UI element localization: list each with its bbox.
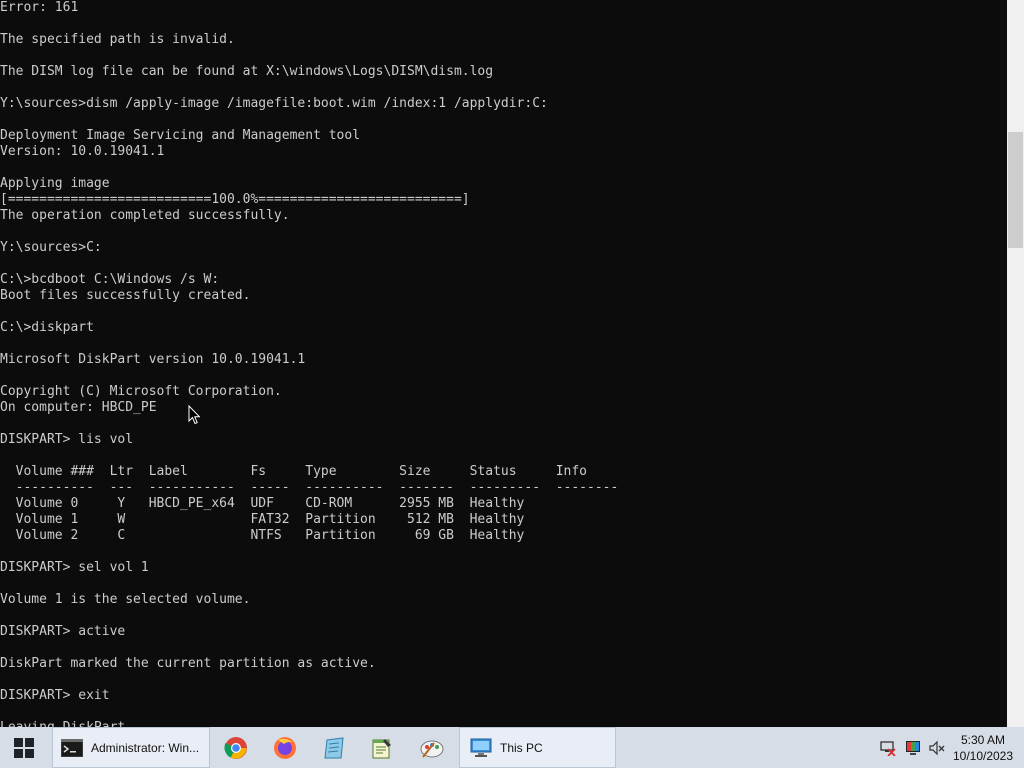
console-line: Y:\sources>C: <box>0 240 102 255</box>
text-editor-icon <box>372 738 391 758</box>
console-line: The DISM log file can be found at X:\win… <box>0 64 494 79</box>
console-line: Volume 1 W FAT32 Partition 512 MB Health… <box>0 512 525 527</box>
taskbar-item-chrome[interactable] <box>218 727 254 768</box>
taskbar-item-label: This PC <box>500 740 543 755</box>
taskbar-item-firefox[interactable] <box>267 727 303 768</box>
console-line: DISKPART> exit <box>0 688 110 703</box>
console-line: Applying image <box>0 176 110 191</box>
taskbar-item-notepad[interactable] <box>316 727 352 768</box>
console-line: ---------- --- ----------- ----- -------… <box>0 480 619 495</box>
console-output: Error: 161 The specified path is invalid.… <box>0 0 618 727</box>
taskbar-item-paint[interactable] <box>414 727 450 768</box>
start-button[interactable] <box>0 727 47 768</box>
console-line: DISKPART> lis vol <box>0 432 134 447</box>
console-line: Deployment Image Servicing and Managemen… <box>0 128 361 143</box>
volume-tray-button[interactable] <box>927 727 947 768</box>
clock-date: 10/10/2023 <box>952 748 1014 763</box>
command-prompt-icon <box>61 738 83 757</box>
this-pc-icon <box>470 738 492 757</box>
clock-time: 5:30 AM <box>960 732 1006 747</box>
console-line: C:\>bcdboot C:\Windows /s W: <box>0 272 220 287</box>
console-line: Volume 1 is the selected volume. <box>0 592 251 607</box>
console-line: Boot files successfully created. <box>0 288 251 303</box>
console-line: Volume 0 Y HBCD_PE_x64 UDF CD-ROM 2955 M… <box>0 496 525 511</box>
console-line: On computer: HBCD_PE <box>0 400 157 415</box>
console-line: Y:\sources>dism /apply-image /imagefile:… <box>0 96 548 111</box>
taskbar-item-text-editor[interactable] <box>364 727 400 768</box>
chrome-icon <box>224 736 247 759</box>
console-line: [==========================100.0%=======… <box>0 192 470 207</box>
scrollbar-thumb[interactable] <box>1008 132 1023 248</box>
console-line: Volume ### Ltr Label Fs Type Size Status… <box>0 464 587 479</box>
console-line: The operation completed successfully. <box>0 208 290 223</box>
console-window[interactable]: Error: 161 The specified path is invalid.… <box>0 0 1007 727</box>
taskbar-item-label: Administrator: Win... <box>91 740 200 755</box>
console-line: Copyright (C) Microsoft Corporation. <box>0 384 282 399</box>
paint-icon <box>420 740 444 758</box>
mouse-pointer-icon <box>188 405 200 425</box>
taskbar-item-this-pc[interactable]: This PC <box>459 727 616 768</box>
console-line: Volume 2 C NTFS Partition 69 GB Healthy <box>0 528 525 543</box>
volume-muted-icon <box>929 740 945 755</box>
console-line: Leaving DiskPart... <box>0 720 618 727</box>
firefox-icon <box>274 736 296 759</box>
taskbar: Administrator: Win... This PC <box>0 727 1024 768</box>
taskbar-item-command-prompt[interactable]: Administrator: Win... <box>52 727 210 768</box>
console-line: Microsoft DiskPart version 10.0.19041.1 <box>0 352 306 367</box>
windows-logo-icon <box>13 737 34 758</box>
notepad-icon <box>324 736 344 758</box>
console-line: DISKPART> active <box>0 624 126 639</box>
console-line: The specified path is invalid. <box>0 32 235 47</box>
console-line: C:\>diskpart <box>0 320 94 335</box>
console-line: DiskPart marked the current partition as… <box>0 656 376 671</box>
console-line: Error: 161 <box>0 0 79 15</box>
taskbar-clock[interactable]: 5:30 AM 10/10/2023 <box>950 727 1016 768</box>
network-disconnected-icon <box>880 740 896 756</box>
console-line: Version: 10.0.19041.1 <box>0 144 165 159</box>
display-color-icon <box>906 740 920 755</box>
console-scrollbar[interactable] <box>1007 0 1024 727</box>
network-tray-button[interactable] <box>878 727 898 768</box>
console-line: DISKPART> sel vol 1 <box>0 560 149 575</box>
display-tray-button[interactable] <box>903 727 923 768</box>
